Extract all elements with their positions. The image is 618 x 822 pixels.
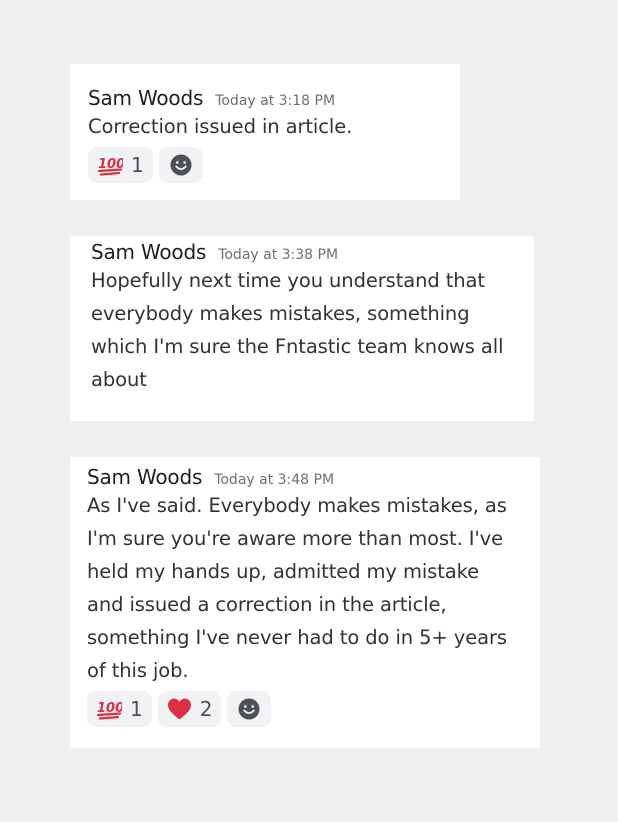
smiley-add-icon [170,154,192,176]
message-header: Sam Woods Today at 3:38 PM [91,240,534,264]
author-name[interactable]: Sam Woods [91,240,206,264]
message-text: As I've said. Everybody makes mistakes, … [87,494,507,682]
hundred-points-icon: 100 [97,157,123,176]
author-name[interactable]: Sam Woods [87,465,202,489]
red-heart-icon [167,698,191,720]
message-timestamp[interactable]: Today at 3:38 PM [218,247,338,263]
smiley-add-icon [238,698,260,720]
author-name[interactable]: Sam Woods [88,86,203,110]
message-timestamp[interactable]: Today at 3:18 PM [215,93,335,109]
message-text: Correction issued in article. [88,115,353,138]
reaction-hundred-points[interactable]: 100 1 [87,691,152,727]
message-card: Sam Woods Today at 3:48 PM As I've said.… [70,457,540,748]
message-card: Sam Woods Today at 3:38 PM Hopefully nex… [70,236,534,421]
message-header: Sam Woods Today at 3:48 PM [87,465,540,489]
message-header: Sam Woods Today at 3:18 PM [88,86,460,110]
add-reaction-button[interactable] [227,691,272,727]
reaction-hundred-points[interactable]: 100 1 [88,147,153,183]
reaction-count: 2 [199,697,213,721]
reaction-count: 1 [131,153,144,177]
message-card: Sam Woods Today at 3:18 PM Correction is… [70,64,460,200]
reaction-bar: 100 1 2 [87,691,540,727]
reaction-red-heart[interactable]: 2 [157,691,222,727]
hundred-points-icon: 100 [96,701,122,720]
message-text: Hopefully next time you understand that … [91,269,504,391]
reaction-bar: 100 1 [88,147,460,183]
add-reaction-button[interactable] [158,147,203,183]
message-timestamp[interactable]: Today at 3:48 PM [214,472,334,488]
reaction-count: 1 [130,697,143,721]
